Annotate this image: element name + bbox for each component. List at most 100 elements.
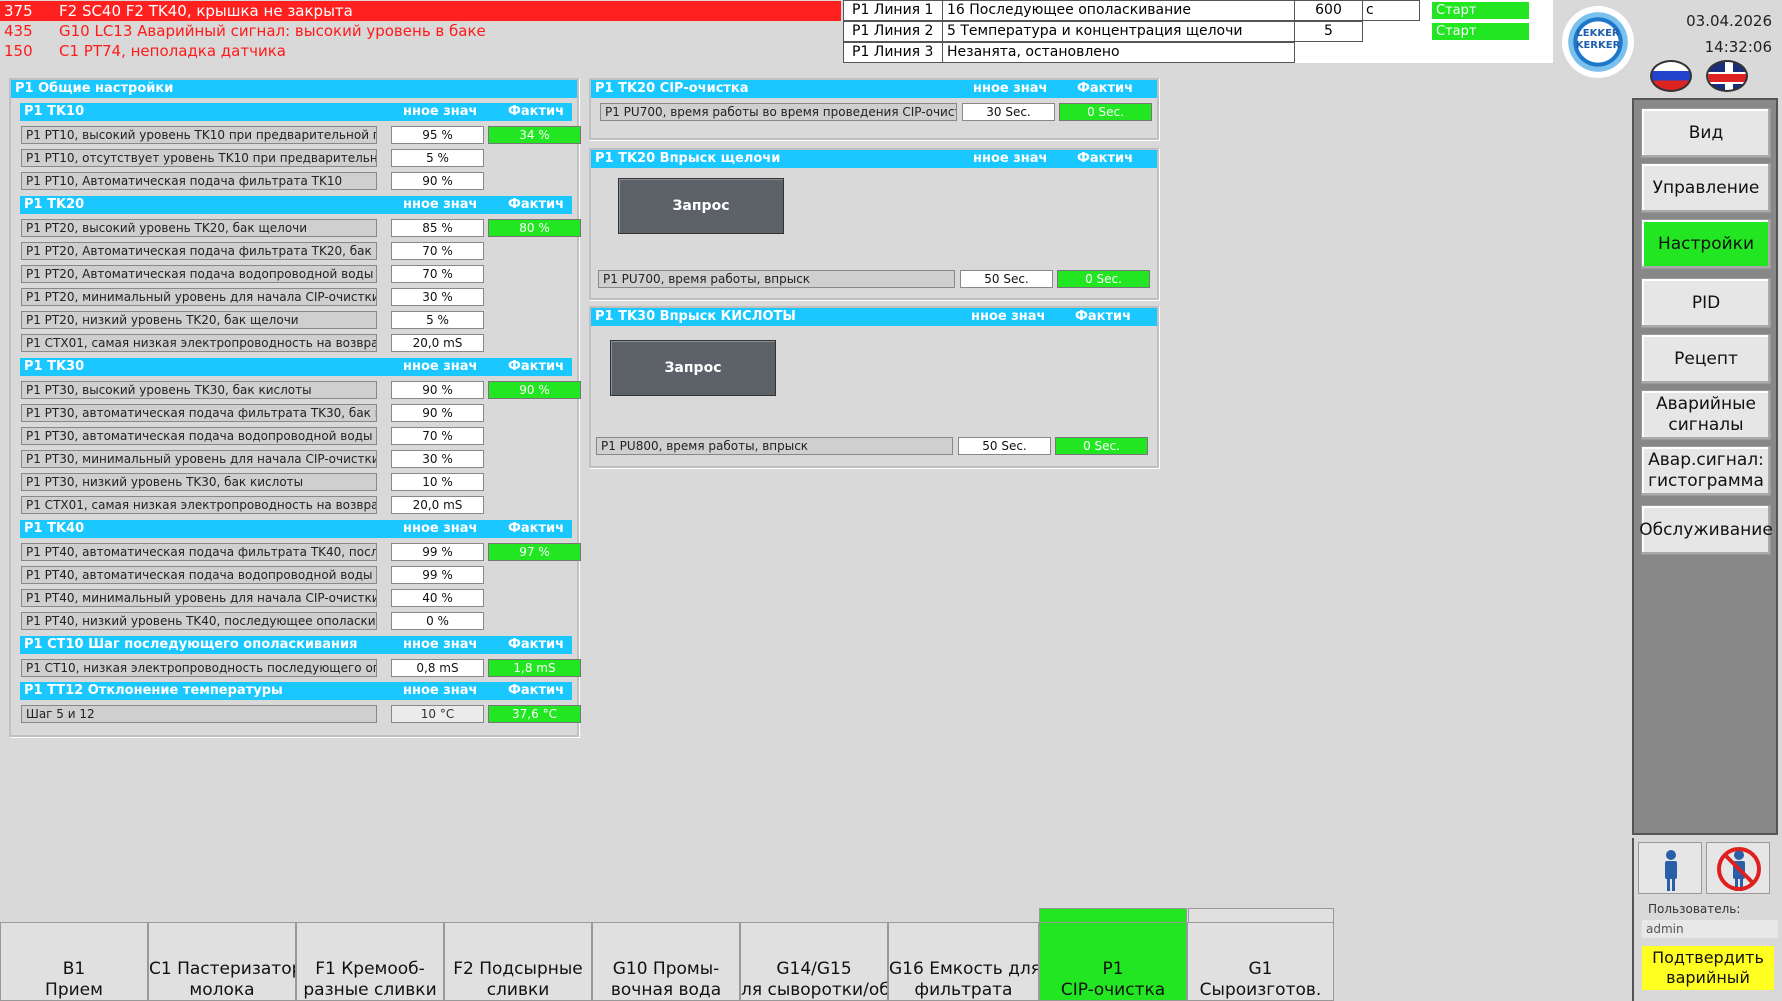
section-title: P1 TK30 [24,359,85,374]
nav-alarm-histogram-button[interactable]: Авар.сигнал: гистограмма [1641,446,1771,496]
actual-column-header: Фактич [508,683,565,698]
setting-label: P1 PT40, минимальный уровень для начала … [21,589,377,607]
setting-label: P1 PT30, низкий уровень TK30, бак кислот… [21,473,377,491]
section-header: P1 TT12 Отклонение температуры нное знач… [20,682,572,700]
alarm-row[interactable]: 375 F2 SC40 F2 TK40, крышка не закрыта [0,1,841,21]
nav-recipe-button[interactable]: Рецепт [1641,334,1771,384]
setting-label: P1 CTX01, самая низкая электропроводност… [21,496,377,514]
line-start-status[interactable]: Старт [1432,23,1529,40]
english-flag-icon[interactable] [1706,60,1748,92]
actual-column-header: Фактич [1077,151,1134,166]
setpoint-input[interactable]: 5 % [391,311,484,329]
setting-label: P1 PT30, автоматическая подача водопрово… [21,427,377,445]
nav-maintenance-button[interactable]: Обслуживание [1639,505,1773,555]
setting-label: P1 PT20, Автоматическая подача фильтрата… [21,242,377,260]
setpoint-input[interactable]: 90 % [391,381,484,399]
area-f2-button[interactable]: F2 Подсырные сливки [444,922,592,1001]
setpoint-input[interactable]: 50 Sec. [960,270,1053,288]
nav-alarms-button[interactable]: Аварийные сигналы [1641,390,1771,440]
area-g16-button[interactable]: G16 Емкость для фильтрата [888,922,1039,1001]
actual-column-header: Фактич [1075,309,1132,324]
setpoint-column-header: нное знач [403,104,478,119]
nav-control-button[interactable]: Управление [1641,163,1771,213]
panel-header: P1 TK20 CIP-очистка нное знач Фактич [591,80,1157,98]
nav-view-button[interactable]: Вид [1641,108,1771,158]
setting-label: P1 PT30, минимальный уровень для начала … [21,450,377,468]
actual-column-header: Фактич [508,637,565,652]
logout-user-icon[interactable] [1706,842,1770,894]
setpoint-input[interactable]: 70 % [391,427,484,445]
alarm-list[interactable]: 375 F2 SC40 F2 TK40, крышка не закрыта 4… [0,0,841,61]
line-start-status[interactable]: Старт [1432,2,1529,19]
nav-settings-button[interactable]: Настройки [1641,219,1771,269]
setpoint-column-header: нное знач [403,197,478,212]
alarm-row[interactable]: 435 G10 LC13 Аварийный сигнал: высокий у… [0,21,841,41]
section-header: P1 TK40 нное знач Фактич [20,520,572,538]
section-header: P1 TK30 нное знач Фактич [20,358,572,376]
line-name: P1 Линия 3 [843,42,943,63]
area-c1-button[interactable]: C1 Пастеризатор молока [148,922,296,1001]
area-g14-g15-button[interactable]: G14/G15 ля сыворотки/обр [740,922,888,1001]
alarm-row[interactable]: 150 C1 PT74, неполадка датчика [0,41,841,61]
setpoint-input[interactable]: 5 % [391,149,484,167]
russian-flag-icon[interactable] [1650,60,1692,92]
setpoint-input[interactable]: 30 % [391,450,484,468]
actual-value: 97 % [488,543,581,561]
current-date: 03.04.2026 [1686,12,1772,30]
setpoint-input[interactable]: 70 % [391,265,484,283]
setting-label: P1 CT10, низкая электропроводность после… [21,659,377,677]
setpoint-input[interactable]: 20,0 mS [391,334,484,352]
actual-value: 0 Sec. [1057,270,1150,288]
alarm-code: 375 [4,2,33,20]
acid-request-button[interactable]: Запрос [610,340,776,396]
section-title: P1 TK10 [24,104,85,119]
login-user-icon[interactable] [1638,842,1702,894]
navigation-sidebar: Вид Управление Настройки PID Рецепт Авар… [1632,98,1778,835]
setting-label: P1 PT10, высокий уровень TK10 при предва… [21,126,377,144]
setpoint-input[interactable]: 99 % [391,543,484,561]
user-label: Пользователь: [1648,902,1741,916]
setpoint-input[interactable]: 40 % [391,589,484,607]
setpoint-input[interactable]: 30 % [391,288,484,306]
setpoint-input[interactable]: 20,0 mS [391,496,484,514]
line-step: 5 Температура и концентрация щелочи [943,21,1295,42]
panel-title: P1 TK30 Впрыск КИСЛОТЫ [595,309,796,324]
setpoint-input[interactable]: 99 % [391,566,484,584]
line-step: 16 Последующее ополаскивание [943,0,1295,21]
area-b1-button[interactable]: B1 Прием [0,922,148,1001]
panel-title: P1 TK20 CIP-очистка [595,81,749,96]
setting-label: P1 PT20, минимальный уровень для начала … [21,288,377,306]
current-time: 14:32:06 [1704,38,1772,56]
setting-label: P1 PT30, автоматическая подача фильтрата… [21,404,377,422]
setpoint-input[interactable]: 85 % [391,219,484,237]
actual-value: 90 % [488,381,581,399]
setting-label: P1 PT10, Автоматическая подача фильтрата… [21,172,377,190]
setpoint-input[interactable]: 90 % [391,404,484,422]
setpoint-input[interactable]: 50 Sec. [958,437,1051,455]
setting-label: P1 CTX01, самая низкая электропроводност… [21,334,377,352]
alarm-code: 150 [4,42,33,60]
area-g1-button[interactable]: G1 Сыроизготов. [1187,922,1334,1001]
setpoint-input[interactable]: 0,8 mS [391,659,484,677]
confirm-alarm-button[interactable]: Подтвердить варийный сигна [1642,946,1774,990]
area-p1-button[interactable]: P1 CIP-очистка [1039,922,1187,1001]
setting-label: Шаг 5 и 12 [21,705,377,723]
setpoint-column-header: нное знач [403,683,478,698]
setpoint-input[interactable]: 0 % [391,612,484,630]
panel-header: P1 TK20 Впрыск щелочи нное знач Фактич [591,150,1157,168]
setpoint-input[interactable]: 90 % [391,172,484,190]
setpoint-input[interactable]: 10 % [391,473,484,491]
area-g10-button[interactable]: G10 Промы- вочная вода [592,922,740,1001]
setting-label: P1 PT20, Автоматическая подача водопрово… [21,265,377,283]
user-panel: Пользователь: admin Подтвердить варийный… [1632,838,1778,1001]
line-step: Незанята, остановлено [943,42,1295,63]
setpoint-input[interactable]: 95 % [391,126,484,144]
nav-pid-button[interactable]: PID [1641,278,1771,328]
setpoint-input[interactable]: 70 % [391,242,484,260]
section-title: P1 CT10 Шаг последующего ополаскивания [24,637,358,652]
alarm-text: C1 PT74, неполадка датчика [59,42,286,60]
setpoint-input[interactable]: 30 Sec. [962,103,1055,121]
section-title: P1 TT12 Отклонение температуры [24,683,283,698]
alkali-request-button[interactable]: Запрос [618,178,784,234]
area-f1-button[interactable]: F1 Кремооб- разные сливки [296,922,444,1001]
